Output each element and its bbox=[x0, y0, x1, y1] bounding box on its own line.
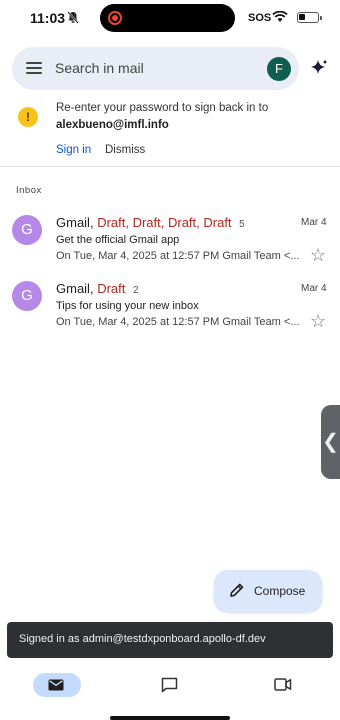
draft-label: Draft, Draft, Draft, Draft bbox=[97, 215, 232, 230]
battery-icon bbox=[297, 12, 322, 23]
home-indicator bbox=[110, 716, 230, 720]
dismiss-button[interactable]: Dismiss bbox=[105, 144, 145, 156]
snackbar-text: Signed in as admin@testdxponboard.apollo… bbox=[19, 633, 266, 645]
side-panel-handle[interactable]: ❮ bbox=[321, 405, 340, 479]
warning-icon: ! bbox=[18, 107, 38, 127]
email-sender: Gmail, Draft 2 bbox=[56, 281, 139, 296]
sender-avatar[interactable]: G bbox=[12, 281, 42, 311]
signin-prompt-email: alexbueno@imfl.info bbox=[56, 119, 169, 131]
thread-count: 2 bbox=[132, 285, 139, 296]
sign-in-button[interactable]: Sign in bbox=[56, 144, 91, 156]
star-icon[interactable]: ☆ bbox=[310, 245, 326, 266]
email-subject: Get the official Gmail app bbox=[56, 234, 180, 246]
signin-prompt-message: Re-enter your password to sign back in t… bbox=[56, 102, 269, 114]
sender-name: Gmail, bbox=[56, 281, 94, 296]
email-preview: On Tue, Mar 4, 2025 at 12:57 PM Gmail Te… bbox=[56, 250, 299, 262]
menu-icon[interactable] bbox=[26, 62, 42, 74]
sos-indicator: SOS bbox=[248, 12, 272, 24]
divider bbox=[0, 166, 340, 167]
gemini-sparkle-icon[interactable] bbox=[309, 58, 329, 78]
email-date: Mar 4 bbox=[301, 283, 327, 294]
bell-off-icon bbox=[67, 11, 79, 24]
sender-avatar[interactable]: G bbox=[12, 215, 42, 245]
email-preview: On Tue, Mar 4, 2025 at 12:57 PM Gmail Te… bbox=[56, 316, 299, 328]
email-date: Mar 4 bbox=[301, 217, 327, 228]
inbox-label: Inbox bbox=[16, 185, 42, 196]
mail-icon[interactable] bbox=[48, 679, 64, 691]
sender-name: Gmail, bbox=[56, 215, 94, 230]
draft-label: Draft bbox=[97, 281, 126, 296]
email-subject: Tips for using your new inbox bbox=[56, 300, 199, 312]
meet-video-icon[interactable] bbox=[274, 678, 292, 691]
pencil-icon bbox=[230, 583, 244, 597]
search-input[interactable]: Search in mail bbox=[55, 60, 144, 76]
thread-count: 5 bbox=[239, 219, 245, 230]
star-icon[interactable]: ☆ bbox=[310, 311, 326, 332]
chat-icon[interactable] bbox=[161, 677, 178, 693]
email-sender: Gmail, Draft, Draft, Draft, Draft 5 bbox=[56, 215, 245, 230]
compose-label[interactable]: Compose bbox=[254, 584, 305, 598]
screen-record-icon bbox=[108, 11, 122, 25]
status-time: 11:03 bbox=[30, 10, 66, 26]
account-avatar[interactable]: F bbox=[267, 57, 291, 81]
wifi-icon bbox=[272, 11, 288, 22]
